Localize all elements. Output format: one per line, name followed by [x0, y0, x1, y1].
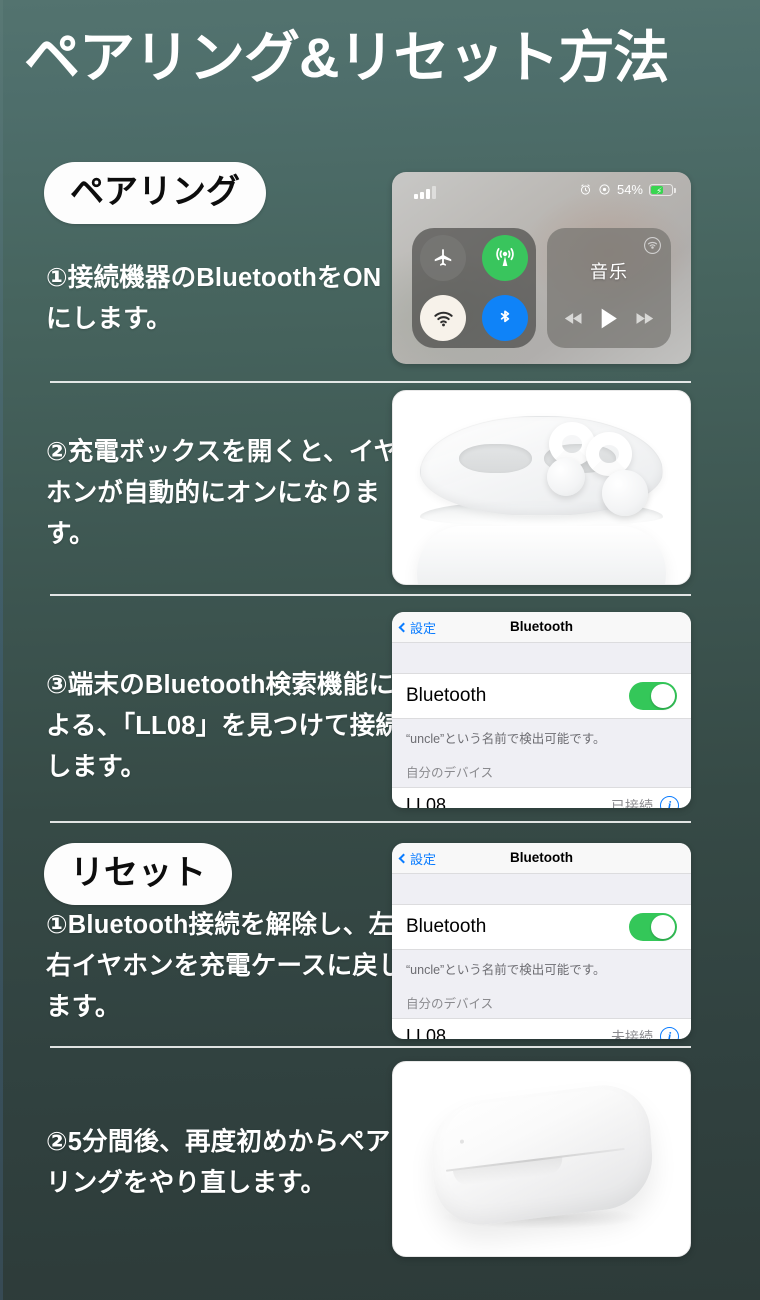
nav-spacer [392, 643, 691, 673]
media-player-card[interactable]: 音乐 [547, 228, 671, 348]
bluetooth-toggle-row[interactable]: Bluetooth [392, 904, 691, 950]
bluetooth-row-label: Bluetooth [406, 685, 487, 706]
nav-bar: 設定 Bluetooth [392, 612, 691, 643]
status-bar-right: 54% ⚡ [579, 182, 676, 197]
bluetooth-toggle-row[interactable]: Bluetooth [392, 673, 691, 719]
section-divider [50, 1046, 691, 1048]
case-body [416, 526, 667, 584]
device-name: LL08 [406, 795, 447, 808]
cellular-antenna-icon [496, 248, 514, 266]
bluetooth-icon [500, 310, 510, 323]
section-divider [50, 594, 691, 596]
section-badge-pairing: ペアリング [44, 162, 266, 224]
play-icon[interactable] [599, 307, 619, 330]
bluetooth-settings-screenshot-connected: 設定 Bluetooth Bluetooth “uncle”という名前で検出可能… [392, 612, 691, 808]
earbud-slot-left [459, 443, 532, 474]
pairing-step-3-text: ③端末のBluetooth検索機能による、「LL08」を見つけて接続します。 [46, 671, 402, 781]
info-icon[interactable]: i [660, 1027, 679, 1039]
my-devices-header: 自分のデバイス [392, 752, 691, 787]
my-devices-header: 自分のデバイス [392, 983, 691, 1018]
pairing-step-1-text: ①接続機器のBluetoothをONにします。 [46, 264, 382, 333]
nav-title: Bluetooth [510, 850, 573, 865]
reset-step-1-text: ①Bluetooth接続を解除し、左右イヤホンを充電ケースに戻します。 [46, 911, 404, 1021]
device-status: 已接続 [611, 797, 653, 809]
nav-spacer [392, 874, 691, 904]
connectivity-toggle-group[interactable] [412, 228, 536, 348]
left-edge-accent [0, 0, 3, 1300]
alarm-icon [580, 184, 591, 195]
wifi-toggle[interactable] [420, 295, 466, 341]
device-status: 未接続 [611, 1028, 653, 1040]
fast-forward-icon[interactable] [634, 311, 654, 326]
discoverable-note: “uncle”という名前で検出可能です。 [392, 719, 691, 752]
section-divider [50, 381, 691, 383]
photo-open-case-with-earbuds [392, 390, 691, 585]
device-row-ll08[interactable]: LL08 未接続 i [392, 1018, 691, 1039]
page-title: ペアリング&リセット方法 [24, 26, 669, 89]
section-divider [50, 821, 691, 823]
bluetooth-switch[interactable] [629, 913, 677, 941]
rewind-icon[interactable] [564, 311, 584, 326]
info-icon[interactable]: i [660, 796, 679, 808]
rotation-lock-icon [599, 184, 610, 195]
airplane-mode-toggle[interactable] [420, 235, 466, 281]
battery-percent-label: 54% [616, 182, 643, 197]
bluetooth-row-label: Bluetooth [406, 916, 487, 937]
cellular-data-toggle[interactable] [482, 235, 528, 281]
airplay-icon[interactable] [643, 236, 662, 255]
airplane-icon [434, 249, 452, 266]
device-name: LL08 [406, 1026, 447, 1039]
battery-icon: ⚡ [649, 183, 676, 196]
bluetooth-switch[interactable] [629, 682, 677, 710]
wifi-icon [433, 311, 453, 326]
bluetooth-toggle[interactable] [482, 295, 528, 341]
case-indicator-led [459, 1139, 464, 1145]
nav-bar: 設定 Bluetooth [392, 843, 691, 874]
nav-title: Bluetooth [510, 619, 573, 634]
reset-step-2-text: ②5分間後、再度初めからペアリングをやり直します。 [46, 1128, 391, 1197]
control-center-screenshot: 54% ⚡ 音乐 [392, 172, 691, 364]
discoverable-note: “uncle”という名前で検出可能です。 [392, 950, 691, 983]
device-row-ll08[interactable]: LL08 已接続 i [392, 787, 691, 808]
signal-bars-icon [414, 186, 436, 199]
media-title: 音乐 [590, 262, 628, 282]
pairing-step-2-text: ②充電ボックスを開くと、イヤホンが自動的にオンになります。 [46, 438, 400, 548]
bluetooth-settings-screenshot-disconnected: 設定 Bluetooth Bluetooth “uncle”という名前で検出可能… [392, 843, 691, 1039]
section-badge-reset: リセット [44, 843, 232, 905]
status-bar: 54% ⚡ [392, 180, 691, 200]
photo-closed-charging-case [392, 1061, 691, 1257]
